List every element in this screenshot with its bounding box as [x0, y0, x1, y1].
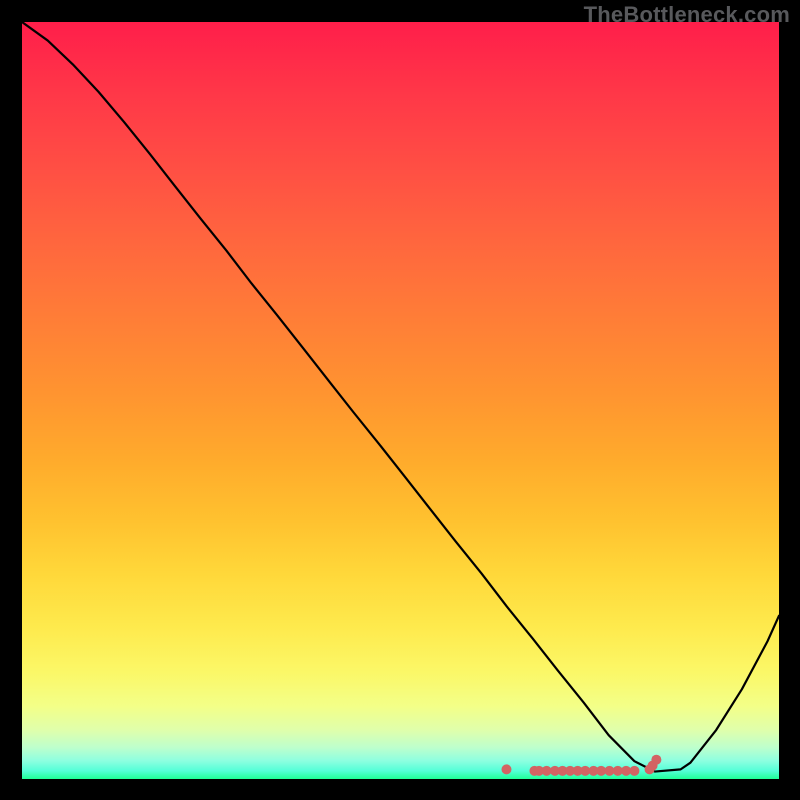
- highlight-dot: [629, 766, 639, 776]
- plot-area: [22, 22, 779, 779]
- chart-svg: [22, 22, 779, 779]
- highlight-dot: [501, 764, 511, 774]
- watermark-text: TheBottleneck.com: [584, 2, 790, 28]
- highlight-dot: [651, 755, 661, 765]
